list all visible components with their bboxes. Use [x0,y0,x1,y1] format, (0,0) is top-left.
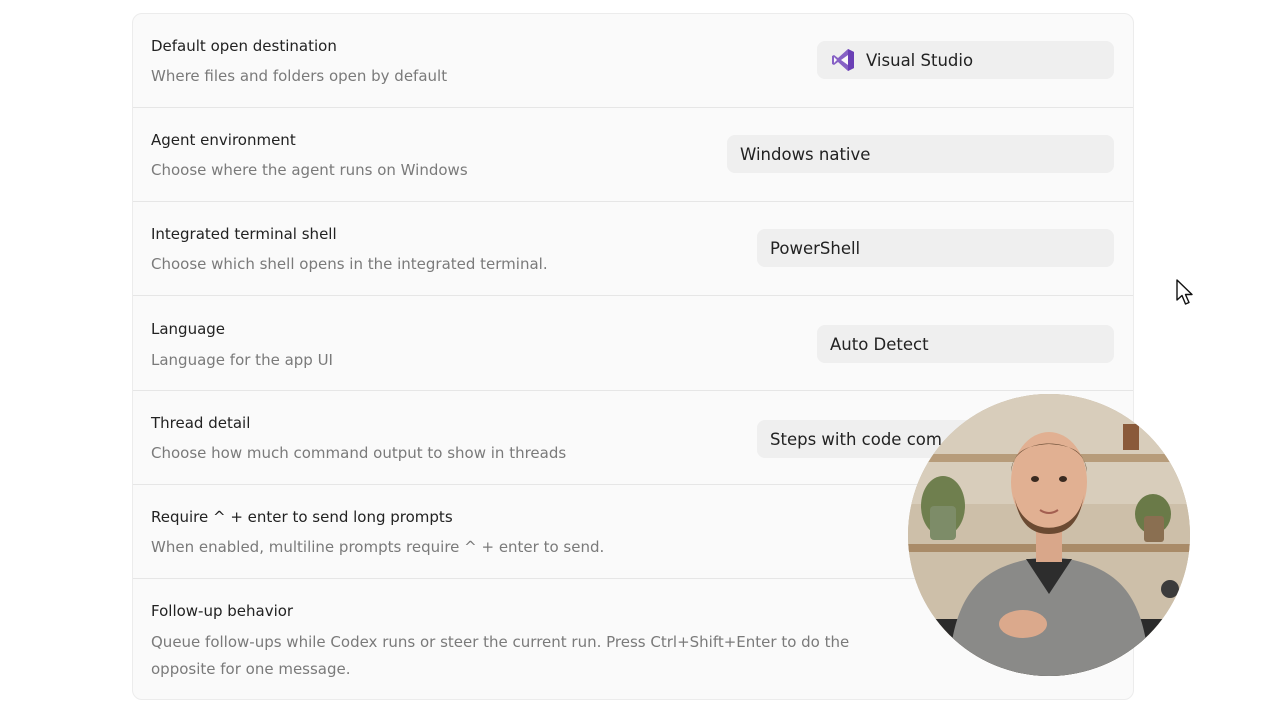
select-value: Auto Detect [830,334,929,354]
terminal-shell-select[interactable]: PowerShell [757,229,1114,267]
setting-description: Where files and folders open by default [151,67,448,85]
visual-studio-icon [832,49,854,71]
setting-row-integrated-terminal-shell: Integrated terminal shell Choose which s… [133,202,1133,296]
select-value: Windows native [740,144,871,164]
setting-row-language: Language Language for the app UI Auto De… [133,296,1133,391]
language-select[interactable]: Auto Detect [817,325,1114,363]
mouse-pointer-icon [1176,279,1193,305]
setting-title: Language [151,320,226,338]
setting-title: Agent environment [151,131,296,149]
setting-description: Language for the app UI [151,351,333,369]
setting-row-agent-environment: Agent environment Choose where the agent… [133,108,1133,202]
setting-row-default-open-destination: Default open destination Where files and… [133,14,1133,108]
setting-description: Queue follow-ups while Codex runs or ste… [151,633,850,678]
default-open-destination-select[interactable]: Visual Studio [817,41,1114,79]
setting-title: Require ^ + enter to send long prompts [151,508,453,526]
setting-description: When enabled, multiline prompts require … [151,538,605,556]
select-value: Steps with code com [770,429,942,449]
setting-title: Default open destination [151,37,337,55]
select-value: Visual Studio [866,50,974,70]
agent-environment-select[interactable]: Windows native [727,135,1114,173]
presenter-webcam [908,394,1190,676]
setting-title: Follow-up behavior [151,602,294,620]
setting-title: Thread detail [151,414,251,432]
setting-title: Integrated terminal shell [151,225,337,243]
select-value: PowerShell [770,238,861,258]
